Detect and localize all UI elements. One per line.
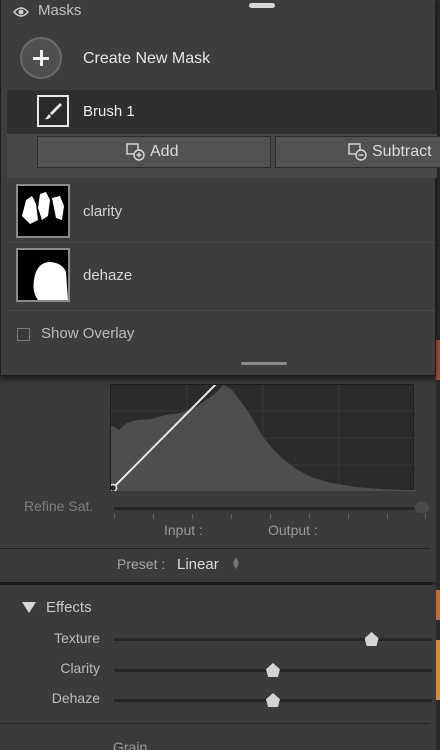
- masks-panel: Masks Create New Mask Brush 1 Add Subtra…: [0, 0, 440, 376]
- dehaze-label: Dehaze: [51, 690, 100, 706]
- add-label: Add: [150, 143, 179, 160]
- grain-label: Grain: [113, 739, 148, 750]
- divider: [7, 310, 435, 311]
- brush-label: Brush 1: [83, 103, 135, 120]
- show-overlay-checkbox[interactable]: [17, 328, 30, 341]
- preset-select[interactable]: Linear: [177, 556, 219, 573]
- effects-panel: Effects Texture Clarity Dehaze Grain: [0, 585, 436, 750]
- tone-curve-graph[interactable]: [108, 378, 415, 493]
- chevron-updown-icon[interactable]: ▲ ▼: [231, 556, 241, 572]
- eye-icon[interactable]: [13, 6, 29, 18]
- texture-slider-thumb[interactable]: [364, 632, 379, 646]
- refine-sat-label: Refine Sat.: [24, 498, 94, 514]
- subtract-button[interactable]: Subtract: [275, 136, 440, 168]
- drag-handle[interactable]: [249, 3, 275, 8]
- refine-sat-thumb[interactable]: [414, 502, 430, 513]
- brush-icon: [37, 95, 69, 127]
- subtract-label: Subtract: [372, 143, 432, 160]
- brush-mask-row[interactable]: Brush 1: [7, 90, 437, 134]
- divider: [0, 548, 430, 549]
- masks-title: Masks: [38, 2, 82, 19]
- resize-handle[interactable]: [241, 362, 287, 365]
- preset-label: Preset :: [117, 556, 166, 572]
- create-new-mask-row[interactable]: Create New Mask: [1, 30, 435, 88]
- mask-label-clarity: clarity: [83, 203, 123, 220]
- show-overlay-label: Show Overlay: [41, 325, 135, 342]
- mask-thumbnail: [16, 184, 70, 238]
- input-label: Input :: [164, 522, 203, 538]
- brush-section: Brush 1 Add Subtract: [7, 90, 440, 178]
- output-label: Output :: [268, 522, 318, 538]
- divider: [7, 242, 435, 243]
- curve-panel: Refine Sat. Input : Output : Preset : Li…: [0, 376, 436, 582]
- clarity-label: Clarity: [60, 660, 100, 676]
- mask-item-dehaze[interactable]: dehaze: [1, 245, 435, 307]
- create-new-mask-label: Create New Mask: [83, 50, 211, 67]
- clarity-slider-thumb[interactable]: [266, 663, 280, 677]
- add-button[interactable]: Add: [37, 136, 271, 168]
- subtract-mask-icon: [348, 143, 367, 161]
- disclosure-triangle-icon[interactable]: [22, 602, 36, 613]
- add-mask-icon: [126, 143, 145, 161]
- tone-curve-svg: [108, 378, 415, 493]
- effects-title: Effects: [46, 599, 92, 616]
- mask-label-dehaze: dehaze: [83, 267, 133, 284]
- divider: [0, 723, 430, 724]
- texture-slider-track[interactable]: [114, 638, 432, 641]
- effects-header[interactable]: Effects: [22, 599, 92, 616]
- mask-thumbnail: [16, 248, 70, 302]
- curve-point: [108, 483, 118, 493]
- mask-item-clarity[interactable]: clarity: [1, 181, 435, 243]
- texture-label: Texture: [54, 630, 100, 646]
- refine-ticks: [114, 514, 426, 519]
- masks-header: Masks: [1, 0, 435, 22]
- show-overlay-row[interactable]: Show Overlay: [1, 320, 435, 350]
- dehaze-slider-thumb[interactable]: [266, 693, 280, 707]
- plus-icon[interactable]: [20, 37, 62, 79]
- refine-sat-track[interactable]: [114, 507, 426, 510]
